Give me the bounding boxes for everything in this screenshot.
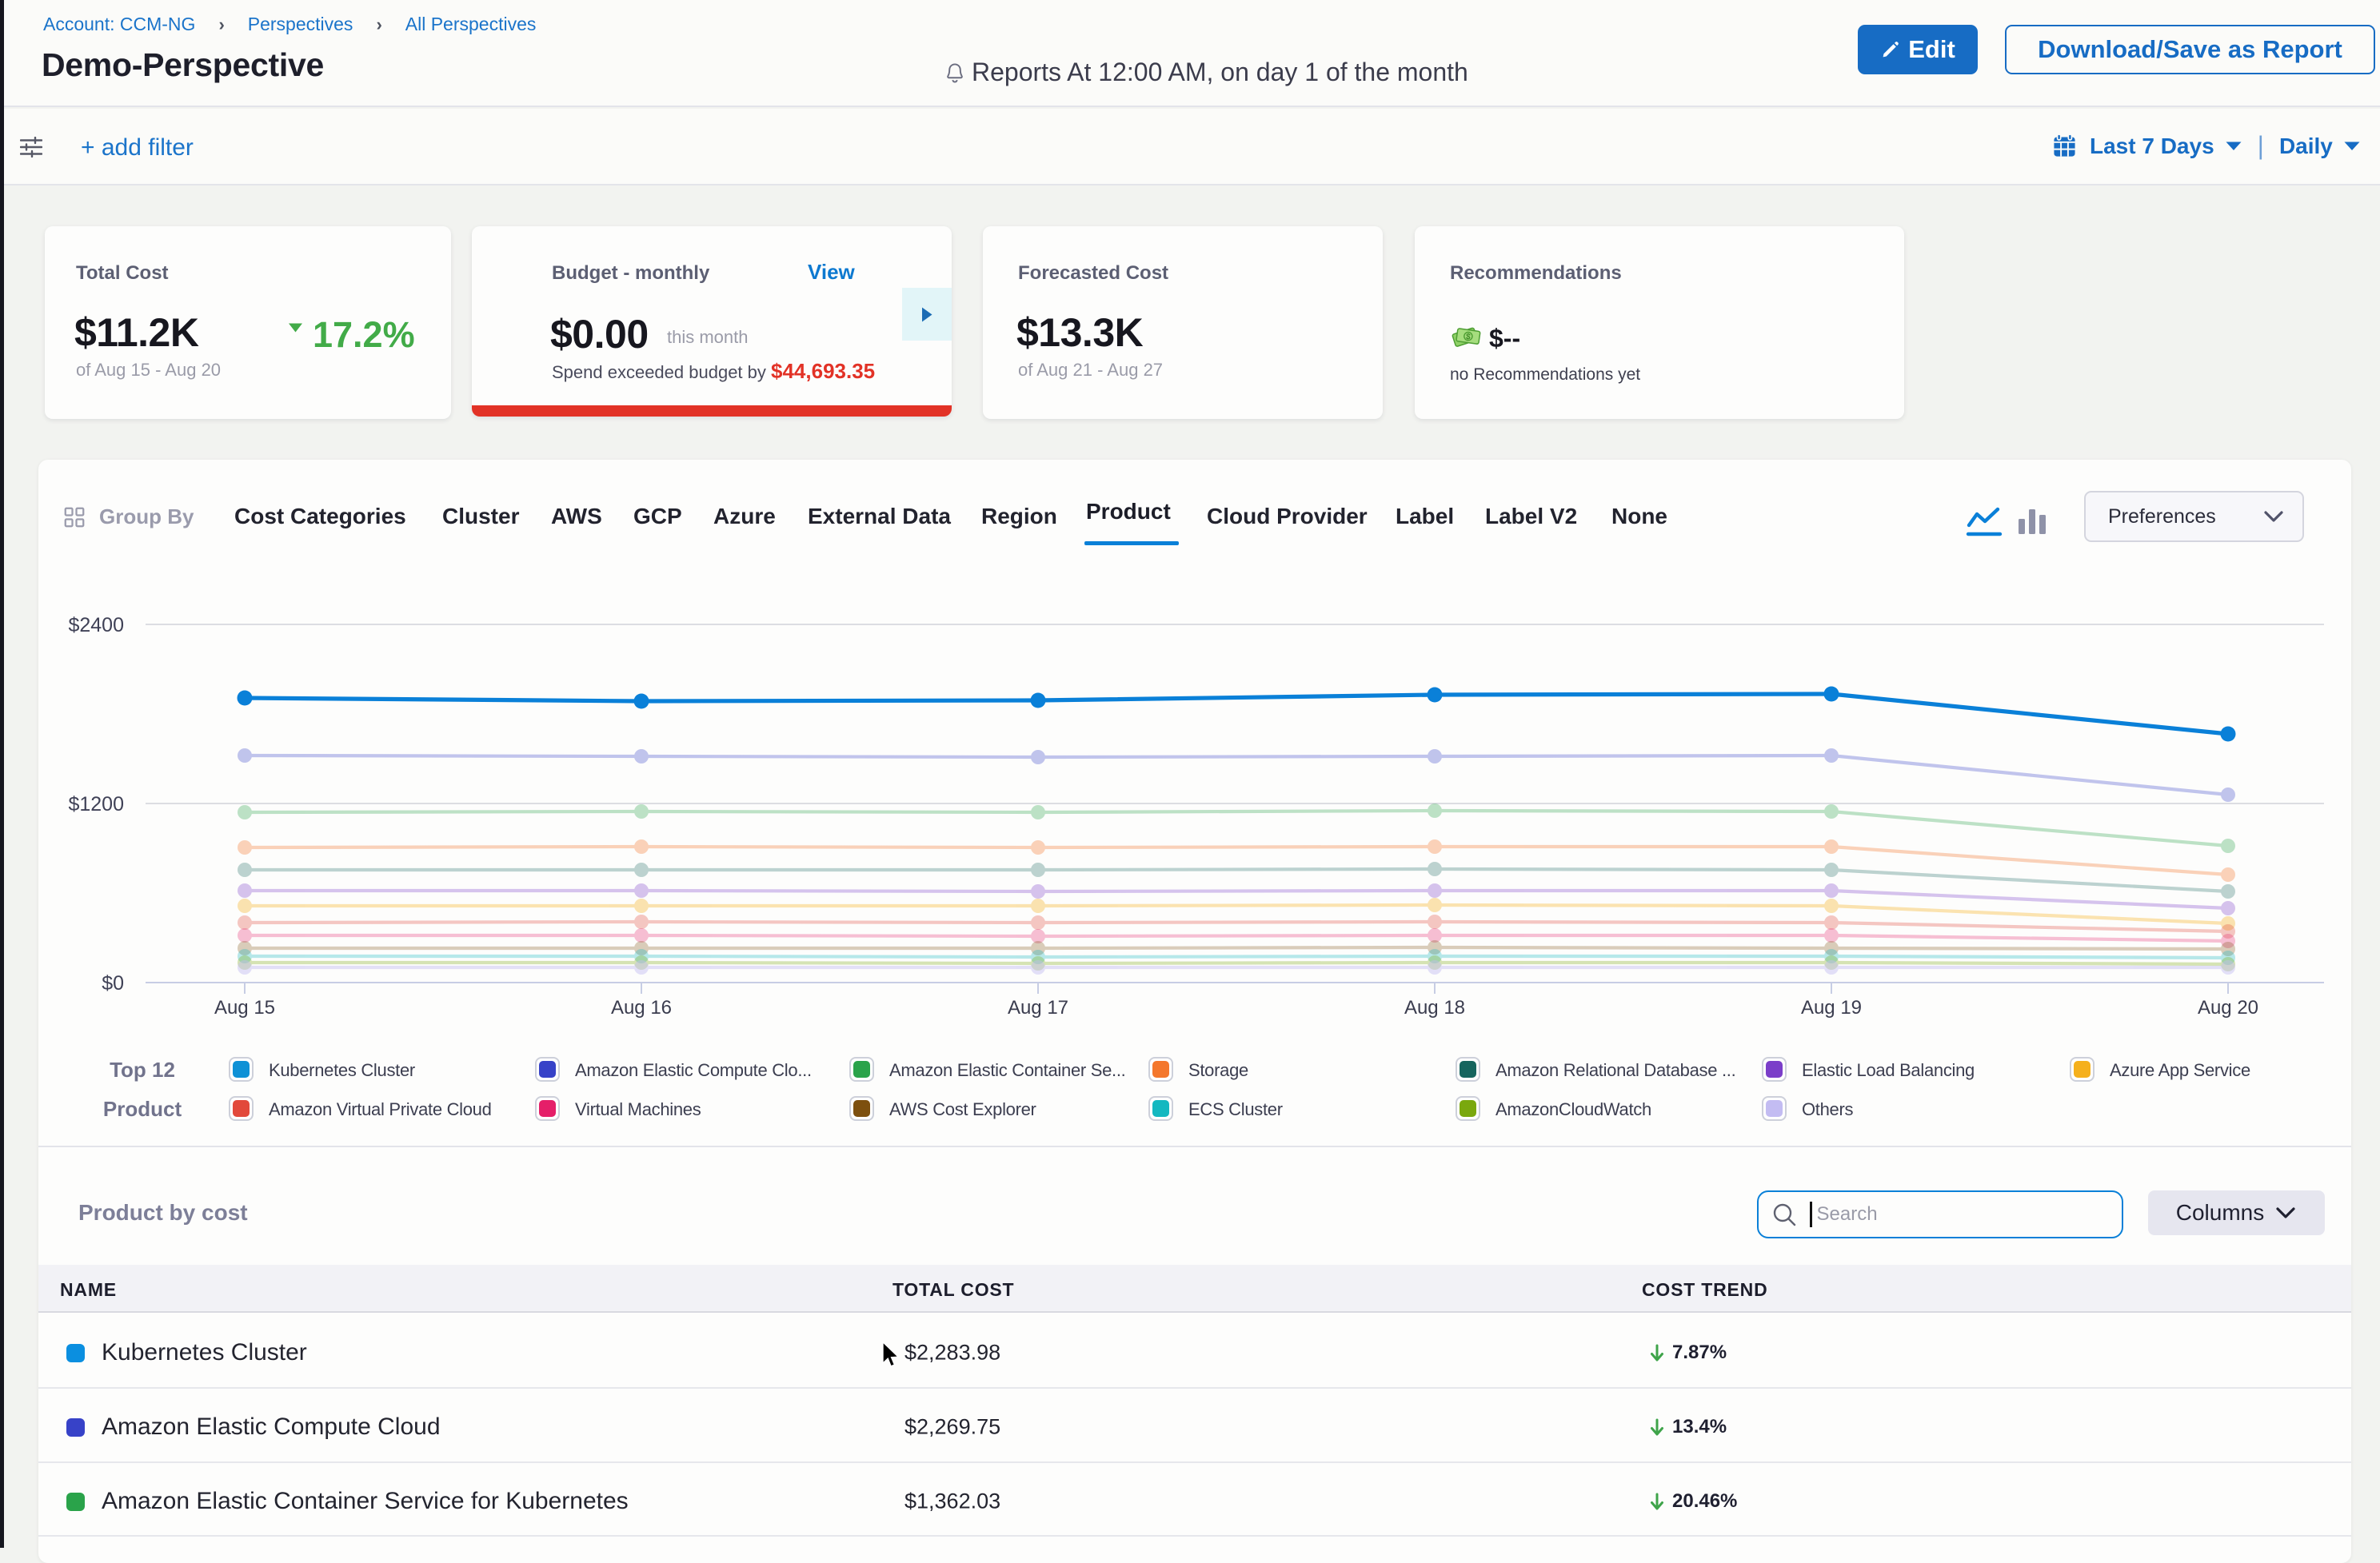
svg-text:Aug 17: Aug 17 bbox=[1008, 997, 1068, 1019]
svg-text:Aug 18: Aug 18 bbox=[1404, 997, 1465, 1019]
svg-text:Aug 19: Aug 19 bbox=[1801, 997, 1862, 1019]
svg-text:Aug 16: Aug 16 bbox=[611, 997, 672, 1019]
svg-text:Aug 15: Aug 15 bbox=[214, 997, 275, 1019]
svg-text:Aug 20: Aug 20 bbox=[2198, 997, 2258, 1019]
svg-text:$0: $0 bbox=[102, 972, 124, 995]
svg-text:$1200: $1200 bbox=[68, 793, 124, 815]
svg-text:$2400: $2400 bbox=[68, 614, 124, 636]
